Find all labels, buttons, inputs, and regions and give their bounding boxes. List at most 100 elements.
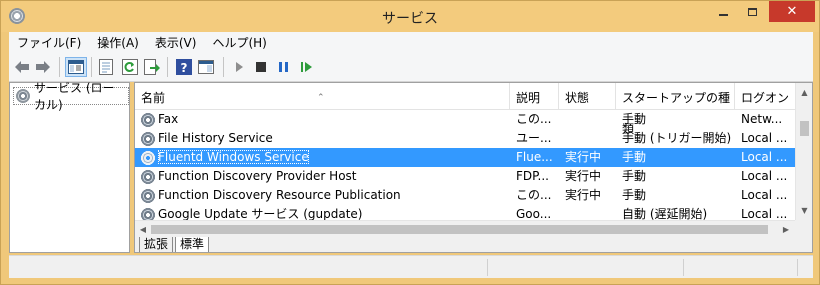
menu-action[interactable]: 操作(A) bbox=[89, 34, 147, 51]
console-tree-button[interactable] bbox=[65, 57, 87, 77]
restart-service-button[interactable] bbox=[298, 58, 316, 76]
service-status bbox=[565, 129, 617, 148]
toolbar-separator bbox=[91, 57, 92, 77]
tree-node-services-local[interactable]: サービス (ローカル) bbox=[13, 81, 129, 112]
horizontal-scroll-thumb[interactable] bbox=[151, 225, 768, 234]
service-row[interactable]: Fax この... 手動 Netw... bbox=[135, 110, 795, 129]
column-header-description[interactable]: 説明 bbox=[509, 83, 558, 110]
view-tabs: 拡張 標準 bbox=[135, 237, 812, 252]
forward-arrow-icon bbox=[36, 61, 50, 73]
svg-text:?: ? bbox=[181, 61, 188, 75]
service-description: ユー... bbox=[516, 131, 552, 145]
service-logon: Local ... bbox=[741, 150, 788, 164]
service-description: この... bbox=[516, 188, 552, 202]
service-logon: Local ... bbox=[741, 131, 788, 145]
maximize-button[interactable] bbox=[739, 1, 766, 22]
pause-service-icon bbox=[279, 62, 288, 72]
service-startup-type: 手動 bbox=[622, 150, 647, 164]
horizontal-scrollbar[interactable]: ◀ ▶ bbox=[135, 220, 795, 237]
service-status: 実行中 bbox=[565, 188, 602, 202]
minimize-button[interactable] bbox=[710, 1, 737, 22]
tab-standard[interactable]: 標準 bbox=[175, 237, 210, 252]
service-name: Function Discovery Resource Publication bbox=[158, 186, 509, 205]
service-gear-icon bbox=[140, 150, 156, 166]
tree-node-label: サービス (ローカル) bbox=[34, 81, 115, 112]
maximize-icon bbox=[748, 7, 757, 16]
menu-view[interactable]: 表示(V) bbox=[147, 34, 205, 51]
service-name: File History Service bbox=[158, 129, 509, 148]
service-status: 実行中 bbox=[565, 169, 602, 183]
service-startup-type: 手動 bbox=[622, 188, 647, 202]
toolbar: ? bbox=[9, 53, 813, 82]
menu-file[interactable]: ファイル(F) bbox=[9, 34, 89, 51]
export-list-icon bbox=[144, 59, 160, 75]
back-button[interactable] bbox=[13, 58, 31, 76]
status-segment bbox=[9, 259, 488, 276]
service-startup-type: 手動 bbox=[622, 169, 647, 183]
service-description: FDP... bbox=[516, 169, 549, 183]
scroll-up-icon[interactable]: ▲ bbox=[796, 85, 812, 101]
help-button[interactable]: ? bbox=[175, 58, 193, 76]
service-name: Function Discovery Provider Host bbox=[158, 167, 509, 186]
service-name-text: Fluentd Windows Service bbox=[158, 150, 309, 164]
scroll-down-icon[interactable]: ▼ bbox=[796, 203, 812, 219]
column-header-name[interactable]: 名前 ⌃ bbox=[135, 83, 509, 110]
service-row[interactable]: Fluentd Windows Service Flue... 実行中 手動 Local… bbox=[135, 148, 795, 167]
refresh-icon bbox=[122, 59, 138, 75]
service-row[interactable]: Function Discovery Resource Publication こ… bbox=[135, 186, 795, 205]
console-tree-icon bbox=[68, 60, 84, 74]
service-name-text: Function Discovery Resource Publication bbox=[158, 188, 401, 202]
column-header-row: 名前 ⌃ 説明 状態 スタートアップの種類 ログオン bbox=[135, 83, 795, 136]
column-header-status[interactable]: 状態 bbox=[558, 83, 615, 110]
start-service-button[interactable] bbox=[230, 58, 248, 76]
scroll-right-icon[interactable]: ▶ bbox=[778, 221, 794, 238]
properties-icon bbox=[99, 59, 113, 75]
properties-button[interactable] bbox=[97, 58, 115, 76]
column-header-startup[interactable]: スタートアップの種類 bbox=[615, 83, 734, 136]
export-list-button[interactable] bbox=[143, 58, 161, 76]
service-status bbox=[565, 110, 617, 129]
scroll-left-icon[interactable]: ◀ bbox=[135, 221, 151, 238]
console-tree-pane: サービス (ローカル) bbox=[9, 81, 130, 253]
service-startup-type: 手動 bbox=[622, 112, 647, 126]
vertical-scroll-thumb[interactable] bbox=[800, 121, 809, 136]
service-logon: Local ... bbox=[741, 188, 788, 202]
vertical-scrollbar[interactable]: ▲ ▼ bbox=[795, 83, 812, 220]
column-name-label: 名前 bbox=[141, 91, 166, 105]
service-description: この... bbox=[516, 112, 552, 126]
service-row[interactable]: File History Service ユー... 手動 (トリガー開始) Loca… bbox=[135, 129, 795, 148]
service-name-text: Fax bbox=[158, 112, 179, 126]
column-header-logon[interactable]: ログオン bbox=[734, 83, 795, 110]
service-gear-icon bbox=[140, 188, 156, 204]
tab-extended[interactable]: 拡張 bbox=[139, 237, 174, 252]
stop-service-icon bbox=[256, 62, 266, 72]
service-gear-icon bbox=[140, 169, 156, 185]
menu-help[interactable]: ヘルプ(H) bbox=[204, 34, 274, 51]
forward-button[interactable] bbox=[34, 58, 52, 76]
stop-service-button[interactable] bbox=[252, 58, 270, 76]
menu-bar: ファイル(F) 操作(A) 表示(V) ヘルプ(H) bbox=[9, 32, 813, 53]
toolbar-separator bbox=[167, 57, 168, 77]
services-gear-icon bbox=[16, 89, 30, 103]
service-name-text: Function Discovery Provider Host bbox=[158, 169, 357, 183]
pause-service-button[interactable] bbox=[275, 58, 293, 76]
service-row[interactable]: Function Discovery Provider Host FDP... 実行… bbox=[135, 167, 795, 186]
status-bar bbox=[9, 255, 813, 278]
service-logon: Netw... bbox=[741, 112, 783, 126]
title-bar[interactable]: サービス ✕ bbox=[1, 1, 819, 32]
service-name: Fax bbox=[158, 110, 509, 129]
service-name: Fluentd Windows Service bbox=[158, 148, 509, 167]
service-status: 実行中 bbox=[565, 150, 602, 164]
toolbar-separator bbox=[59, 57, 60, 77]
service-description: Flue... bbox=[516, 150, 553, 164]
minimize-icon bbox=[719, 13, 728, 16]
services-list-pane: 名前 ⌃ 説明 状態 スタートアップの種類 ログオン Fax この... 手動 Net… bbox=[134, 82, 813, 253]
close-icon: ✕ bbox=[786, 4, 798, 19]
close-button[interactable]: ✕ bbox=[769, 1, 815, 22]
refresh-button[interactable] bbox=[121, 58, 139, 76]
back-arrow-icon bbox=[15, 61, 29, 73]
status-segment bbox=[488, 259, 684, 276]
toolbar-separator bbox=[223, 57, 224, 77]
service-name-text: File History Service bbox=[158, 131, 273, 145]
show-hide-pane-button[interactable] bbox=[197, 58, 215, 76]
